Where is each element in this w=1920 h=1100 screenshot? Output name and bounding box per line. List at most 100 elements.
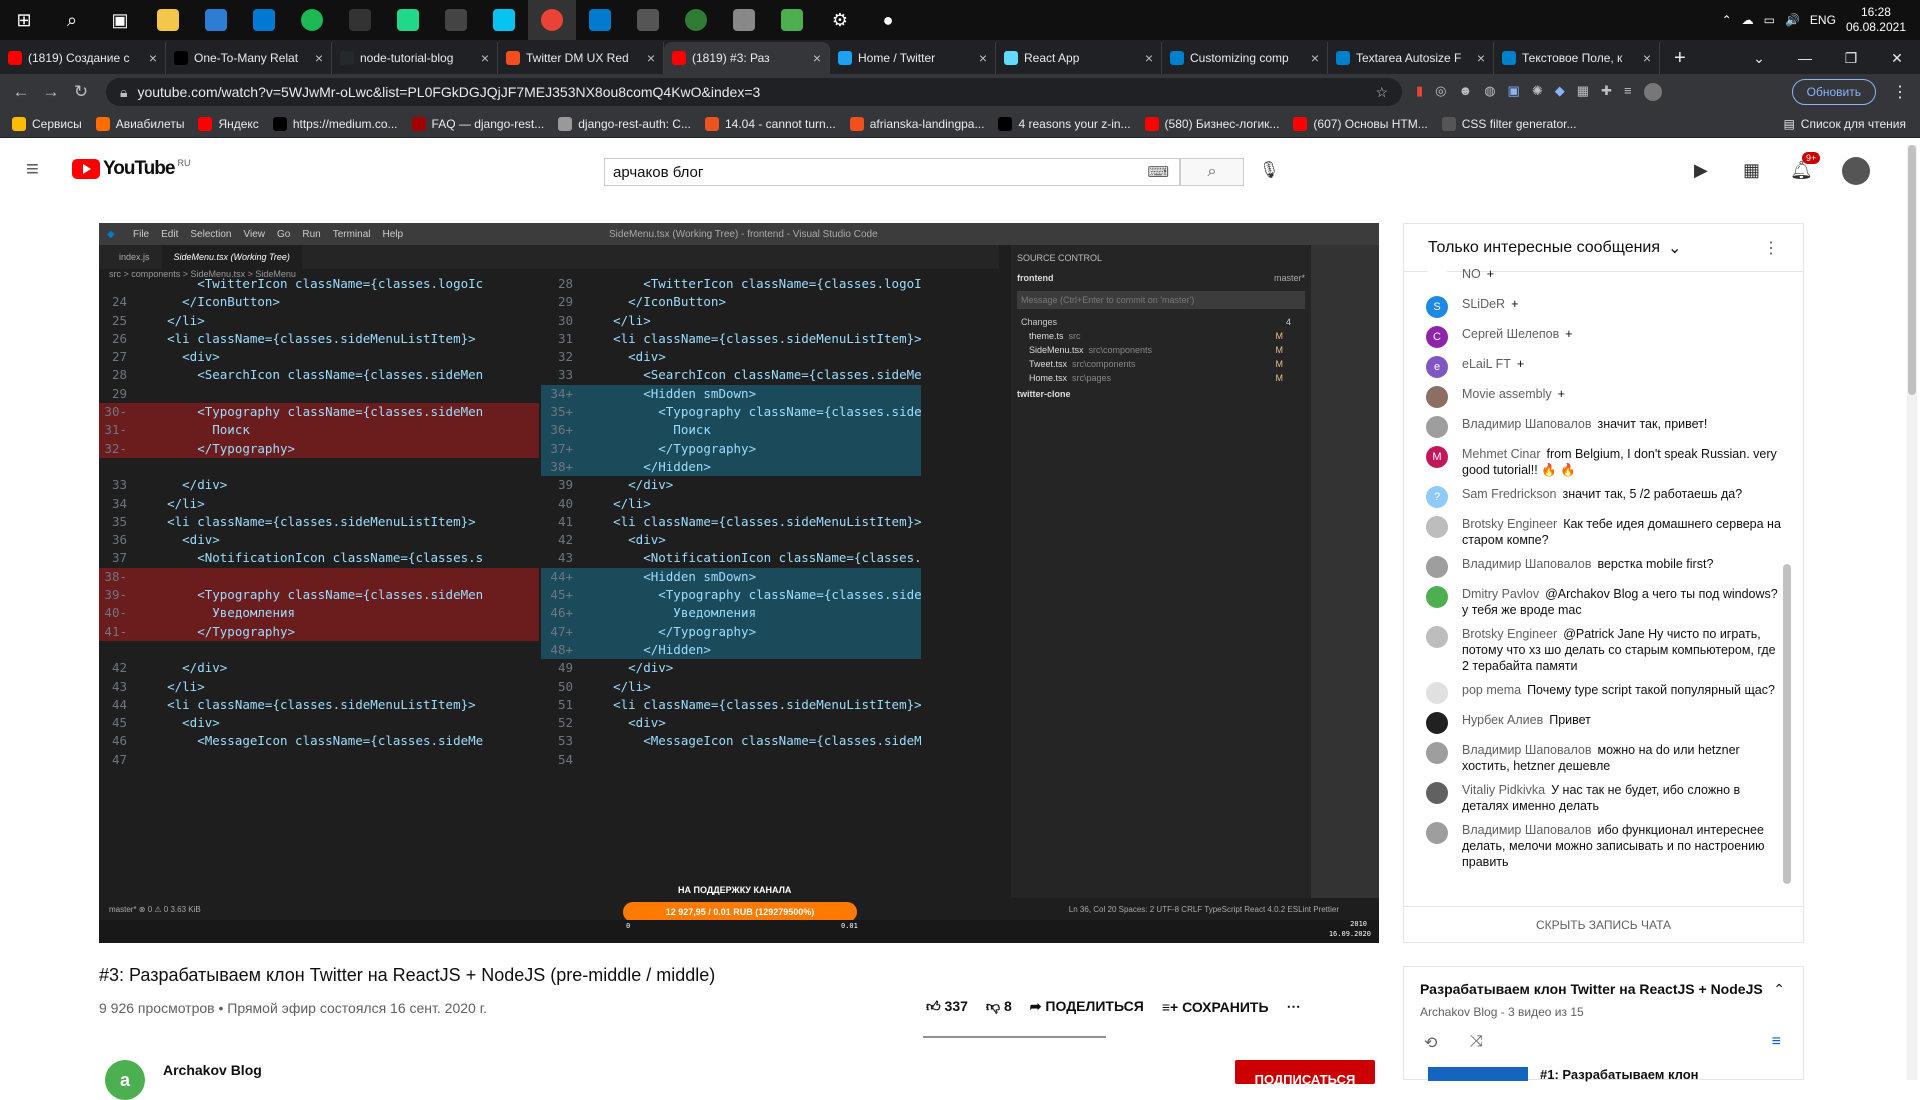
extension-icon[interactable]: ◎ xyxy=(1435,83,1446,101)
notifications-bell-icon[interactable]: 🔔︎ 9+ xyxy=(1790,152,1821,181)
chat-author[interactable]: Dmitry Pavlov xyxy=(1462,587,1539,601)
bookmark-star-icon[interactable]: ☆ xyxy=(1375,84,1388,101)
close-window-icon[interactable]: ✕ xyxy=(1874,50,1920,67)
hamburger-menu-icon[interactable]: ≡ xyxy=(26,156,39,182)
shuffle-icon[interactable]: ⤨ xyxy=(1470,1033,1483,1051)
playlist-save-icon[interactable]: ≡ xyxy=(1772,1033,1781,1051)
chat-author[interactable]: Владимир Шаповалов xyxy=(1462,417,1591,431)
bookmark-item[interactable]: Авиабилеты xyxy=(95,116,184,131)
vscode-icon[interactable] xyxy=(576,0,624,40)
search-icon[interactable]: ⌕ xyxy=(48,0,96,40)
network-icon[interactable]: ▭ xyxy=(1764,13,1775,27)
chat-avatar[interactable] xyxy=(1426,556,1448,578)
search-input[interactable]: арчаков блог ⌨ xyxy=(604,158,1180,186)
apps-grid-icon[interactable]: ▦ xyxy=(1743,160,1760,181)
browser-tab[interactable]: Twitter DM UX Red × xyxy=(498,42,664,74)
chat-avatar[interactable] xyxy=(1426,586,1448,608)
pen-icon[interactable] xyxy=(720,0,768,40)
extension-icon[interactable]: ▦ xyxy=(1577,83,1589,101)
browser-tab[interactable]: node-tutorial-blog × xyxy=(332,42,498,74)
tab-close-icon[interactable]: × xyxy=(481,50,489,66)
webstorm-icon[interactable] xyxy=(480,0,528,40)
search-button[interactable]: ⌕ xyxy=(1180,158,1244,186)
new-tab-button[interactable]: + xyxy=(1660,42,1700,74)
account-avatar[interactable] xyxy=(1842,157,1870,185)
browser-tab[interactable]: (1819) Создание с × xyxy=(0,42,166,74)
collapse-chevron-icon[interactable]: ⌃ xyxy=(1773,981,1785,998)
chat-author[interactable]: Mehmet Cinar xyxy=(1462,447,1541,461)
browser-tab[interactable]: (1819) #3: Раз × xyxy=(664,42,830,74)
chat-author[interactable]: Владимир Шаповалов xyxy=(1462,823,1591,837)
spotify-icon[interactable] xyxy=(288,0,336,40)
restore-icon[interactable]: ❐ xyxy=(1828,50,1874,67)
chat-avatar[interactable] xyxy=(1426,416,1448,438)
chat-avatar[interactable]: С xyxy=(1426,326,1448,348)
app2-icon[interactable] xyxy=(768,0,816,40)
subscribe-button[interactable]: ПОДПИСАТЬСЯ xyxy=(1235,1060,1375,1087)
menu-kebab-icon[interactable]: ⋮ xyxy=(1892,82,1908,102)
browser-tab[interactable]: React App × xyxy=(996,42,1162,74)
chat-avatar[interactable]: ? xyxy=(1426,486,1448,508)
chat-author[interactable]: Movie assembly xyxy=(1462,387,1552,401)
chrome-icon[interactable] xyxy=(528,0,576,40)
terminal-icon[interactable] xyxy=(432,0,480,40)
tab-close-icon[interactable]: × xyxy=(979,50,987,66)
globe-icon[interactable] xyxy=(672,0,720,40)
tab-search-icon[interactable]: ⌄ xyxy=(1736,50,1782,67)
extension-icon[interactable]: ✺ xyxy=(1532,83,1543,101)
chat-menu-kebab-icon[interactable]: ⋮ xyxy=(1763,238,1779,258)
voice-search-icon[interactable]: 🎙︎ xyxy=(1259,160,1279,180)
channel-avatar[interactable]: a xyxy=(105,1060,145,1100)
hide-chat-button[interactable]: СКРЫТЬ ЗАПИСЬ ЧАТА xyxy=(1404,906,1803,942)
store-icon[interactable] xyxy=(192,0,240,40)
extension-icon[interactable]: ◆ xyxy=(1555,83,1565,101)
obs-icon[interactable]: ● xyxy=(864,0,912,40)
playlist-title[interactable]: Разрабатываем клон Twitter на ReactJS + … xyxy=(1420,981,1763,997)
extension-icon[interactable]: ▮ xyxy=(1416,83,1423,101)
mail-icon[interactable] xyxy=(240,0,288,40)
more-actions-icon[interactable]: ⋯ xyxy=(1287,998,1301,1015)
playlist-thumbnail[interactable] xyxy=(1428,1067,1528,1081)
keyboard-icon[interactable]: ⌨ xyxy=(1147,163,1169,181)
tab-close-icon[interactable]: × xyxy=(1477,50,1485,66)
bookmark-item[interactable]: FAQ — django-rest... xyxy=(411,116,544,131)
bookmark-item[interactable]: (607) Основы HTM... xyxy=(1293,116,1428,131)
page-scrollbar-thumb[interactable] xyxy=(1908,145,1916,395)
dislike-button[interactable]: 👎︎ 8 xyxy=(986,998,1012,1015)
extension-icon[interactable]: ◍ xyxy=(1484,83,1495,101)
chat-avatar[interactable] xyxy=(1426,516,1448,538)
chat-author[interactable]: pop mema xyxy=(1462,683,1521,697)
chat-avatar[interactable]: M xyxy=(1426,446,1448,468)
back-arrow-icon[interactable]: ← xyxy=(6,82,36,102)
chat-author[interactable]: Владимир Шаповалов xyxy=(1462,743,1591,757)
bookmark-item[interactable]: https://medium.co... xyxy=(272,116,398,131)
page-scrollbar[interactable] xyxy=(1907,145,1917,1080)
chat-scrollbar[interactable] xyxy=(1783,564,1791,884)
chat-author[interactable]: eLaiL FT xyxy=(1462,357,1511,371)
bookmark-item[interactable]: afrianska-landingpa... xyxy=(849,116,984,131)
video-player[interactable]: ◆ File Edit Selection View Go Run Terminal Help… xyxy=(99,223,1379,943)
like-button[interactable]: 👍︎ 337 xyxy=(926,998,968,1015)
channel-name[interactable]: Archakov Blog xyxy=(163,1062,262,1078)
file-explorer-icon[interactable] xyxy=(144,0,192,40)
bookmark-item[interactable]: 4 reasons your z-in... xyxy=(998,116,1131,131)
settings-gear-icon[interactable]: ⚙ xyxy=(816,0,864,40)
tab-close-icon[interactable]: × xyxy=(647,50,655,66)
chat-avatar[interactable] xyxy=(1426,626,1448,648)
profile-avatar[interactable] xyxy=(1643,83,1662,101)
bookmark-item[interactable]: CSS filter generator... xyxy=(1441,116,1576,131)
tab-close-icon[interactable]: × xyxy=(813,50,821,66)
url-bar[interactable]: 🔒︎ youtube.com/watch?v=5WJwMr-oLwc&list=… xyxy=(106,78,1402,106)
extensions-puzzle-icon[interactable]: ✚ xyxy=(1601,83,1612,101)
bookmark-item[interactable]: Яндекс xyxy=(198,116,259,131)
tab-close-icon[interactable]: × xyxy=(1311,50,1319,66)
pycharm-icon[interactable] xyxy=(384,0,432,40)
chat-author[interactable]: Brotsky Engineer xyxy=(1462,627,1557,641)
youtube-logo[interactable]: YouTube RU xyxy=(72,158,190,180)
clock[interactable]: 16:28 06.08.2021 xyxy=(1846,5,1906,35)
language-indicator[interactable]: ENG xyxy=(1810,13,1836,27)
chat-avatar[interactable] xyxy=(1426,682,1448,704)
chat-author[interactable]: Владимир Шаповалов xyxy=(1462,557,1591,571)
forward-arrow-icon[interactable]: → xyxy=(36,82,66,102)
chat-author[interactable]: Нурбек Алиев xyxy=(1462,713,1543,727)
